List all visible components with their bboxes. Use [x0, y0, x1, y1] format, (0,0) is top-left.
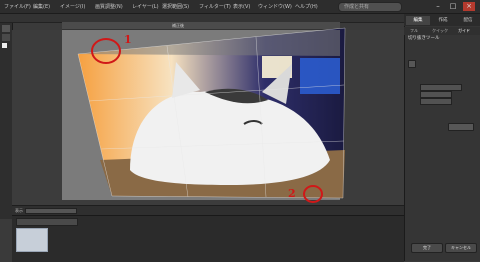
panel-tabs: 編集 作成 配信	[404, 14, 480, 26]
zoom-tool-icon[interactable]	[2, 25, 10, 32]
bin-select[interactable]	[16, 218, 78, 226]
annotation-label-1: 1	[124, 33, 132, 46]
crop-height-field[interactable]	[420, 98, 452, 105]
crop-tool-button[interactable]	[408, 60, 416, 68]
crop-ratio-select[interactable]	[420, 84, 462, 91]
right-panel	[404, 14, 480, 261]
photo-thumbnail[interactable]	[16, 228, 48, 252]
reset-button[interactable]	[448, 123, 474, 131]
subtab-full[interactable]: フル	[410, 28, 418, 34]
crop-width-field[interactable]	[420, 91, 452, 98]
hand-tool-icon[interactable]	[2, 34, 10, 41]
mode-label: 作成と共有	[344, 4, 370, 10]
tab-edit[interactable]: 編集	[406, 16, 430, 25]
complete-button[interactable]: 完了	[411, 243, 443, 253]
zoom-field[interactable]	[25, 208, 77, 214]
project-bin	[12, 215, 404, 262]
status-bar: 表示	[12, 205, 404, 215]
menu-edit[interactable]: 編集(E)	[33, 3, 50, 10]
menu-bar: ファイル(F) 編集(E) イメージ(I) 画質調整(N) レイヤー(L) 選択…	[0, 0, 480, 14]
minimize-icon[interactable]: –	[432, 2, 444, 11]
menu-help[interactable]: ヘルプ(H)	[295, 3, 318, 10]
menu-select[interactable]: 選択範囲(S)	[162, 3, 189, 10]
menu-view[interactable]: 表示(V)	[233, 3, 250, 10]
document-background	[62, 30, 340, 200]
document-title-bar: 補正後	[62, 22, 340, 30]
menu-enhance[interactable]: 画質調整(N)	[95, 3, 123, 10]
menu-layer[interactable]: レイヤー(L)	[132, 3, 159, 10]
foreground-color-icon[interactable]	[2, 43, 7, 48]
subtab-guided[interactable]: ガイド	[458, 28, 470, 34]
menu-filter[interactable]: フィルター(T)	[199, 3, 231, 10]
menu-image[interactable]: イメージ(I)	[60, 3, 85, 10]
document-title: 補正後	[172, 23, 184, 28]
menu-file[interactable]: ファイル(F)	[4, 3, 31, 10]
panel-subtabs: フル クイック ガイド	[404, 27, 480, 35]
tab-create[interactable]: 作成	[431, 16, 455, 25]
close-icon[interactable]: ×	[463, 2, 475, 11]
menu-window[interactable]: ウィンドウ(W)	[258, 3, 292, 10]
cancel-button[interactable]: キャンセル	[445, 243, 477, 253]
status-label: 表示	[15, 208, 23, 213]
subtab-quick[interactable]: クイック	[432, 28, 448, 34]
maximize-icon[interactable]: □	[447, 2, 459, 11]
annotation-label-2: 2	[288, 187, 296, 200]
panel-title: 切り抜きツール	[408, 36, 440, 41]
tab-share[interactable]: 配信	[456, 16, 480, 25]
